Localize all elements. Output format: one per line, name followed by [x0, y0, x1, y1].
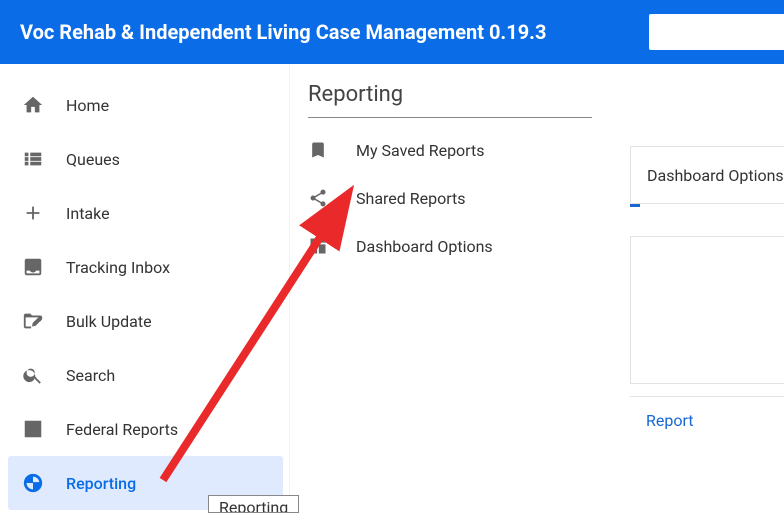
bar-chart-icon: [22, 418, 66, 440]
panel-item-my-saved-reports[interactable]: My Saved Reports: [308, 126, 592, 174]
app-title: Voc Rehab & Independent Living Case Mana…: [20, 20, 546, 44]
sidebar: Home Queues Intake Tracking Inbox Bulk U: [0, 64, 290, 513]
bookmark-icon: [308, 140, 356, 160]
active-tab-indicator: [630, 204, 640, 207]
tooltip: Reporting: [208, 495, 299, 513]
content-card: [630, 236, 784, 384]
content-area: Dashboard Options Report: [610, 64, 784, 513]
report-link[interactable]: Report: [646, 411, 694, 430]
sidebar-item-queues[interactable]: Queues: [0, 132, 289, 186]
reporting-icon: [22, 472, 66, 494]
report-link-row: Report: [630, 396, 784, 446]
sidebar-item-label: Federal Reports: [66, 420, 178, 439]
sidebar-item-label: Search: [66, 366, 115, 385]
dashboard-icon: [308, 236, 356, 256]
dashboard-options-header: Dashboard Options: [630, 146, 784, 204]
dashboard-options-title: Dashboard Options: [647, 166, 784, 185]
search-input[interactable]: [649, 14, 784, 50]
share-icon: [308, 188, 356, 208]
panel-item-label: Shared Reports: [356, 189, 466, 208]
sidebar-item-bulk-update[interactable]: Bulk Update: [0, 294, 289, 348]
sidebar-item-tracking-inbox[interactable]: Tracking Inbox: [0, 240, 289, 294]
panel-title: Reporting: [308, 82, 592, 118]
panel-item-label: Dashboard Options: [356, 237, 493, 256]
sidebar-item-label: Intake: [66, 204, 110, 223]
edit-folder-icon: [22, 310, 66, 332]
panel-item-dashboard-options[interactable]: Dashboard Options: [308, 222, 592, 270]
reporting-panel: Reporting My Saved Reports Shared Report…: [290, 64, 610, 513]
sidebar-item-label: Tracking Inbox: [66, 258, 170, 277]
panel-item-label: My Saved Reports: [356, 141, 484, 160]
sidebar-item-search[interactable]: Search: [0, 348, 289, 402]
app-header: Voc Rehab & Independent Living Case Mana…: [0, 0, 784, 64]
queues-icon: [22, 148, 66, 170]
sidebar-item-label: Reporting: [66, 474, 136, 493]
sidebar-item-home[interactable]: Home: [0, 78, 289, 132]
sidebar-item-label: Queues: [66, 150, 120, 169]
inbox-icon: [22, 256, 66, 278]
home-icon: [22, 94, 66, 116]
panel-item-shared-reports[interactable]: Shared Reports: [308, 174, 592, 222]
search-icon: [22, 364, 66, 386]
plus-icon: [22, 202, 66, 224]
sidebar-item-label: Home: [66, 96, 109, 115]
sidebar-item-label: Bulk Update: [66, 312, 152, 331]
sidebar-item-intake[interactable]: Intake: [0, 186, 289, 240]
sidebar-item-federal-reports[interactable]: Federal Reports: [0, 402, 289, 456]
